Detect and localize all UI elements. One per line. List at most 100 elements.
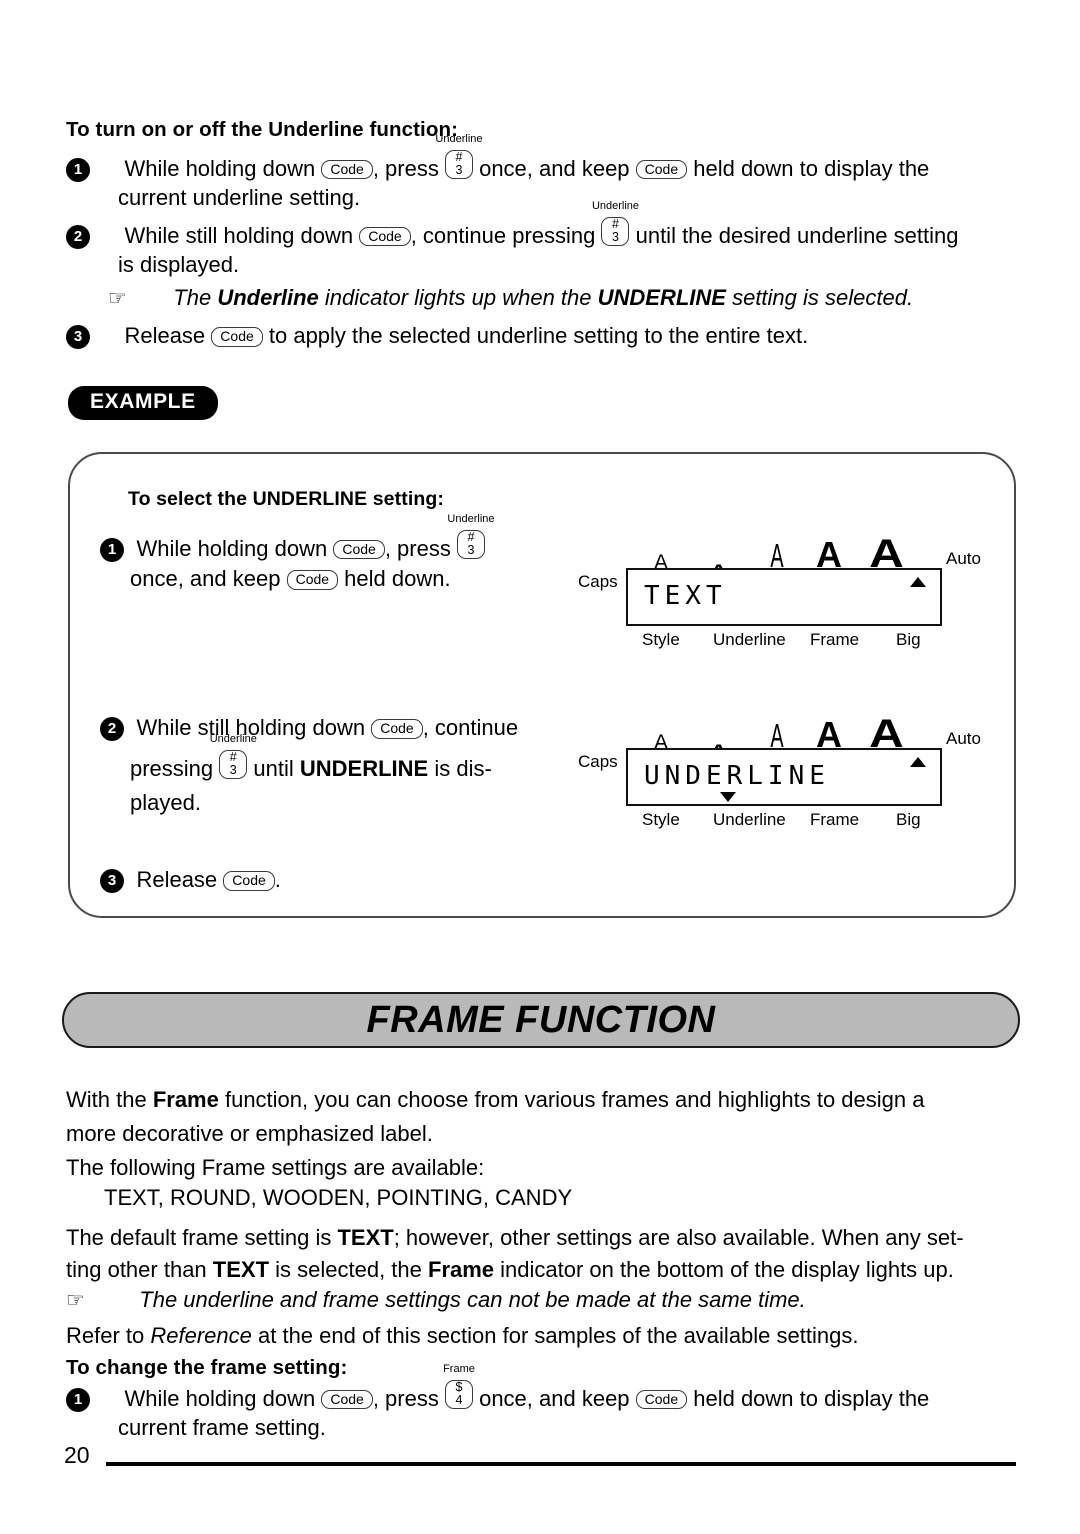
step-text: While holding down — [124, 155, 322, 181]
code-key[interactable]: Code — [321, 1383, 373, 1414]
lcd-footer-frame: Frame — [810, 810, 860, 829]
footer-rule — [106, 1462, 1016, 1466]
example-step-3: 3 Release Code. — [100, 864, 281, 895]
frame-function-banner: FRAME FUNCTION — [62, 992, 1020, 1048]
code-key[interactable]: Code — [635, 1383, 688, 1414]
code-key[interactable]: Code — [635, 153, 688, 184]
manual-page: To turn on or off the Underline function… — [0, 0, 1080, 1534]
lcd-footer-frame: Frame — [810, 630, 860, 649]
step-text: , press — [372, 155, 445, 181]
code-key[interactable]: Code — [223, 864, 275, 895]
code-key[interactable]: Code — [359, 220, 411, 251]
step-text: until the desired underline setting — [629, 222, 959, 248]
code-key-cap: Code — [321, 1389, 373, 1410]
key-bottom-glyph: 3 — [467, 542, 475, 557]
lcd-screen: TEXT — [626, 568, 942, 626]
key-cap: #3 — [444, 150, 473, 179]
underline-number-key[interactable]: Underline #3 — [435, 134, 483, 184]
step-text: Release — [136, 867, 224, 892]
paragraph-text: function, you can choose from various fr… — [218, 1087, 925, 1112]
code-key-cap: Code — [371, 719, 423, 739]
underline-note: ☞ The Underline indicator lights up when… — [108, 282, 913, 313]
key-function-label: Underline — [435, 133, 483, 145]
step-bullet: 1 — [66, 157, 90, 182]
underline-number-key[interactable]: Underline #3 — [592, 201, 639, 251]
step-bullet: 3 — [100, 869, 124, 893]
underline-section-heading: To turn on or off the Underline function… — [66, 118, 459, 141]
auto-arrow-up-icon — [910, 757, 926, 767]
key-bottom-glyph: 3 — [455, 162, 463, 177]
step-bullet: 1 — [66, 1387, 90, 1412]
key-function-label: Underline — [447, 513, 495, 525]
frame-paragraph-1: With the Frame function, you can choose … — [66, 1084, 1018, 1115]
auto-indicator-label: Auto — [946, 729, 981, 748]
paragraph-text: Refer to — [66, 1323, 151, 1348]
example-step-1: 1 While holding down Code, press Underli… — [100, 514, 560, 564]
code-key-cap: Code — [321, 159, 373, 180]
key-top-glyph: $ — [455, 1380, 463, 1394]
text-setting-keyword: TEXT — [212, 1257, 270, 1282]
step-text: . — [274, 867, 281, 892]
note-bold-underline-setting: UNDERLINE — [597, 285, 726, 310]
key-top-glyph: # — [612, 217, 619, 231]
lcd-footer-underline: Underline — [713, 630, 786, 649]
code-key[interactable]: Code — [286, 563, 339, 594]
code-key[interactable]: Code — [211, 320, 263, 351]
step-text: held down. — [338, 566, 451, 591]
frame-note: ☞ The underline and frame settings can n… — [66, 1284, 806, 1315]
key-top-glyph: # — [467, 530, 475, 544]
code-key[interactable]: Code — [371, 712, 423, 743]
frame-step-1: 1 While holding down Code, press Frame $4… — [66, 1364, 1021, 1414]
key-function-label: Frame — [443, 1363, 475, 1375]
underline-step-1-line2: current underline setting. — [118, 185, 361, 210]
key-top-glyph: # — [229, 750, 237, 764]
lcd-display-1: A A A A A Auto Caps TEXT Style Underline… — [578, 524, 981, 654]
step-bullet: 2 — [66, 224, 90, 249]
example-step-2: 2 While still holding down Code, continu… — [100, 712, 570, 743]
paragraph-text: With the — [66, 1087, 153, 1112]
reference-keyword: Reference — [150, 1323, 252, 1348]
underline-number-key[interactable]: Underline #3 — [447, 514, 495, 564]
lcd-display-2: A A A A A Auto Caps UNDERLINE Style Unde… — [578, 704, 981, 834]
frame-step-1-line2: current frame setting. — [118, 1415, 326, 1440]
code-key[interactable]: Code — [321, 153, 373, 184]
code-key-cap: Code — [211, 327, 263, 347]
code-key-cap: Code — [635, 159, 688, 180]
lcd-text: UNDERLINE — [644, 761, 830, 791]
frame-paragraph-4: Refer to Reference at the end of this se… — [66, 1320, 858, 1351]
code-key-cap: Code — [333, 539, 385, 560]
code-key[interactable]: Code — [333, 533, 385, 564]
frame-paragraph-3-line2: ting other than TEXT is selected, the Fr… — [66, 1254, 954, 1285]
key-function-label: Underline — [591, 200, 640, 212]
step-text: , press — [372, 1385, 445, 1411]
note-text: The underline and frame settings can not… — [139, 1287, 806, 1312]
underline-number-key[interactable]: Underline #3 — [210, 734, 257, 784]
paragraph-text: indicator on the bottom of the display l… — [494, 1257, 954, 1282]
note-bold-underline: Underline — [217, 285, 319, 310]
hand-pointing-icon: ☞ — [66, 1289, 85, 1312]
frame-number-key[interactable]: Frame $4 — [443, 1364, 475, 1414]
code-key-cap: Code — [286, 570, 339, 590]
key-cap: #3 — [601, 217, 630, 246]
key-cap: $4 — [444, 1380, 473, 1409]
lcd-footer-style: Style — [642, 810, 680, 829]
step-text: to apply the selected underline setting … — [262, 323, 809, 348]
step-text: held down to display the — [687, 1385, 930, 1411]
underline-step-1: 1 While holding down Code, press Underli… — [66, 134, 1016, 184]
paragraph-text: ; however, other settings are also avail… — [393, 1225, 964, 1250]
code-key-cap: Code — [635, 1389, 688, 1410]
caps-indicator-label: Caps — [578, 572, 618, 591]
step-text: held down to display the — [687, 155, 930, 181]
step-text: once, and keep — [472, 155, 636, 181]
note-text: setting is selected. — [725, 285, 914, 310]
step-bullet: 1 — [100, 537, 124, 562]
note-text: indicator lights up when the — [318, 285, 598, 310]
step-text: pressing — [130, 755, 220, 781]
caps-indicator-label: Caps — [578, 752, 618, 771]
step-text: is dis- — [428, 755, 492, 781]
step-bullet: 2 — [100, 717, 124, 741]
key-bottom-glyph: 3 — [612, 229, 619, 244]
frame-settings-list: TEXT, ROUND, WOODEN, POINTING, CANDY — [104, 1185, 573, 1210]
code-key-cap: Code — [359, 226, 411, 247]
auto-arrow-up-icon — [910, 577, 926, 587]
